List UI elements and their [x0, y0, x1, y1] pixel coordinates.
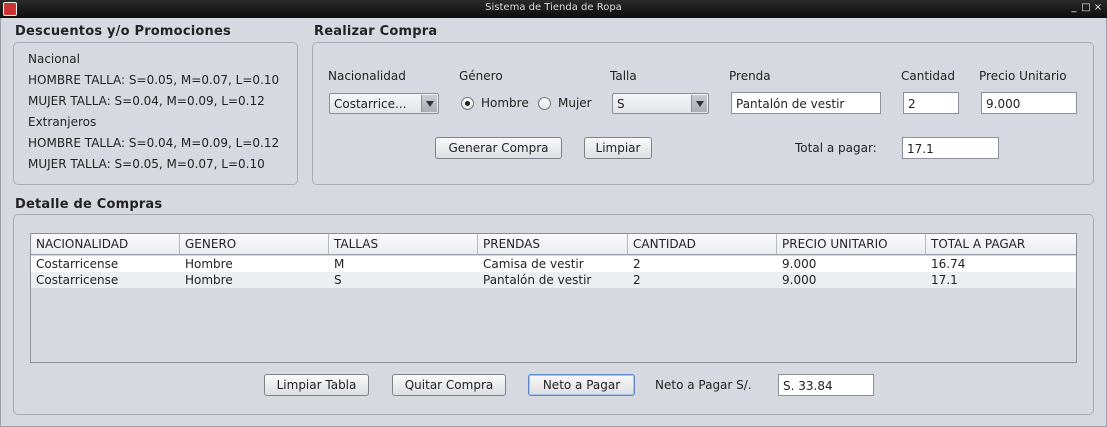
column-header[interactable]: GENERO: [180, 234, 329, 254]
radio-hombre[interactable]: [461, 97, 474, 110]
nacionalidad-label: Nacionalidad: [328, 69, 406, 83]
maximize-icon[interactable]: □: [1080, 1, 1092, 15]
neto-label: Neto a Pagar S/.: [655, 378, 752, 392]
column-header[interactable]: PRECIO UNITARIO: [777, 234, 926, 254]
table-cell: 9.000: [782, 257, 817, 271]
talla-select[interactable]: S: [612, 93, 709, 114]
table-cell: S: [334, 273, 342, 287]
cantidad-label: Cantidad: [901, 69, 955, 83]
table-cell: Hombre: [185, 257, 233, 271]
column-header[interactable]: PRENDAS: [478, 234, 628, 254]
promos-title: Descuentos y/o Promociones: [15, 24, 231, 39]
window-title: Sistema de Tienda de Ropa: [485, 2, 622, 13]
neto-value: S. 33.84: [783, 379, 833, 393]
nacionalidad-select[interactable]: Costarrice...: [329, 93, 439, 114]
prenda-field[interactable]: Pantalón de vestir: [731, 92, 881, 114]
table-cell: M: [334, 257, 345, 271]
radio-mujer-label: Mujer: [558, 96, 592, 110]
radio-mujer[interactable]: [538, 97, 551, 110]
minimize-icon[interactable]: _: [1068, 1, 1080, 15]
promo-line: HOMBRE TALLA: S=0.05, M=0.07, L=0.10: [28, 73, 280, 87]
neto-field[interactable]: S. 33.84: [778, 374, 874, 396]
radio-hombre-label: Hombre: [481, 96, 529, 110]
talla-label: Talla: [610, 69, 637, 83]
table-cell: 9.000: [782, 273, 817, 287]
total-value: 17.1: [907, 142, 934, 156]
quitar-compra-button[interactable]: Quitar Compra: [392, 374, 506, 396]
talla-value: S: [617, 97, 625, 111]
column-header[interactable]: CANTIDAD: [628, 234, 777, 254]
cantidad-value: 2: [908, 97, 916, 111]
promo-line: Extranjeros: [28, 115, 97, 129]
promo-line: MUJER TALLA: S=0.05, M=0.07, L=0.10: [28, 157, 265, 171]
nacionalidad-value: Costarrice...: [334, 97, 407, 111]
table-row[interactable]: Costarricense Hombre S Pantalón de vesti…: [31, 272, 1076, 288]
neto-a-pagar-button[interactable]: Neto a Pagar: [528, 374, 635, 396]
table-row[interactable]: Costarricense Hombre M Camisa de vestir …: [31, 256, 1076, 272]
prenda-label: Prenda: [729, 69, 771, 83]
column-header[interactable]: TOTAL A PAGAR: [926, 234, 1076, 254]
table-cell: Pantalón de vestir: [483, 273, 592, 287]
close-icon[interactable]: ×: [1092, 1, 1104, 15]
table-cell: 2: [633, 257, 641, 271]
limpiar-button[interactable]: Limpiar: [584, 137, 652, 159]
table-cell: Hombre: [185, 273, 233, 287]
limpiar-tabla-button[interactable]: Limpiar Tabla: [264, 374, 369, 396]
cantidad-field[interactable]: 2: [903, 92, 959, 114]
column-header[interactable]: TALLAS: [329, 234, 478, 254]
table-cell: 16.74: [931, 257, 966, 271]
title-bar: Sistema de Tienda de Ropa _ □ ×: [0, 0, 1107, 18]
table-header: NACIONALIDAD GENERO TALLAS PRENDAS CANTI…: [31, 234, 1076, 255]
column-header[interactable]: NACIONALIDAD: [31, 234, 180, 254]
total-field[interactable]: 17.1: [902, 137, 999, 159]
table-cell: 2: [633, 273, 641, 287]
chevron-down-icon: [421, 95, 437, 112]
promo-line: MUJER TALLA: S=0.04, M=0.09, L=0.12: [28, 94, 265, 108]
chevron-down-icon: [691, 95, 707, 112]
promo-line: Nacional: [28, 52, 80, 66]
precio-label: Precio Unitario: [979, 69, 1067, 83]
total-label: Total a pagar:: [795, 141, 877, 155]
table-cell: Camisa de vestir: [483, 257, 584, 271]
precio-value: 9.000: [986, 97, 1021, 111]
table-cell: Costarricense: [36, 273, 119, 287]
prenda-value: Pantalón de vestir: [736, 97, 845, 111]
promo-line: HOMBRE TALLA: S=0.04, M=0.09, L=0.12: [28, 136, 280, 150]
generar-compra-button[interactable]: Generar Compra: [435, 137, 562, 159]
table-cell: Costarricense: [36, 257, 119, 271]
precio-field[interactable]: 9.000: [981, 92, 1077, 114]
compra-title: Realizar Compra: [314, 24, 438, 39]
table-cell: 17.1: [931, 273, 958, 287]
genero-label: Género: [459, 69, 503, 83]
detalle-title: Detalle de Compras: [15, 197, 163, 212]
compras-table[interactable]: NACIONALIDAD GENERO TALLAS PRENDAS CANTI…: [30, 233, 1077, 363]
